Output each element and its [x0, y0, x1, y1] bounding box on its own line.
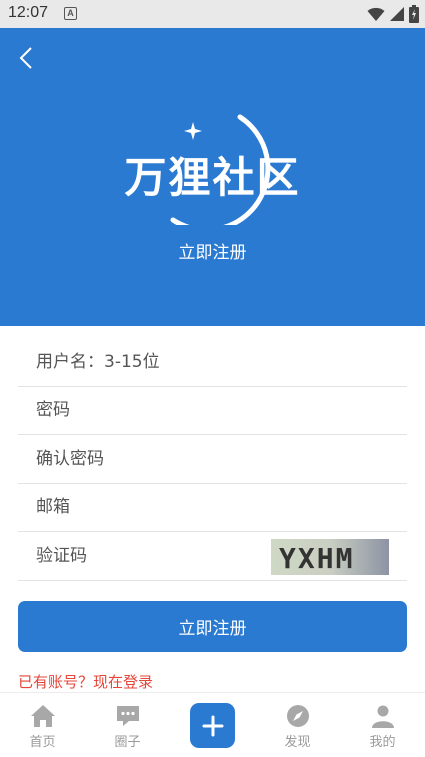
back-button[interactable]: [14, 44, 38, 72]
user-icon: [371, 705, 394, 728]
password-input[interactable]: [36, 400, 266, 421]
tab-label: 首页: [29, 735, 56, 750]
wifi-icon: [367, 7, 385, 21]
notification-icon: A: [64, 7, 77, 20]
tab-circle[interactable]: 圈子: [85, 693, 170, 757]
battery-icon: [409, 5, 419, 23]
page-title: 立即注册: [178, 243, 247, 263]
username-row: [18, 338, 407, 387]
confirm-password-input[interactable]: [36, 448, 266, 469]
register-button[interactable]: 立即注册: [18, 601, 407, 652]
tab-discover[interactable]: 发现: [255, 693, 340, 757]
username-input[interactable]: [36, 351, 266, 372]
home-icon: [30, 705, 55, 727]
tab-label: 圈子: [114, 735, 141, 750]
captcha-image[interactable]: YXHM: [271, 539, 389, 575]
tab-home[interactable]: 首页: [0, 693, 85, 757]
register-form: YXHM: [18, 338, 407, 581]
status-icons: [367, 5, 419, 23]
chevron-left-icon: [19, 47, 32, 69]
captcha-input[interactable]: [36, 545, 266, 566]
captcha-text: YXHM: [279, 542, 354, 575]
login-link[interactable]: 已有账号？现在登录: [18, 671, 153, 692]
signal-icon: [390, 7, 404, 21]
logo-text: 万狸社区: [124, 153, 301, 202]
chat-icon: [116, 706, 139, 726]
tab-mine[interactable]: 我的: [340, 693, 425, 757]
bottom-tabbar: 首页 圈子 发现 我的: [0, 692, 425, 757]
password-row: [18, 387, 407, 435]
email-input[interactable]: [36, 497, 266, 518]
tab-label: 发现: [284, 735, 311, 750]
compass-icon: [286, 705, 309, 727]
email-row: [18, 484, 407, 532]
logo: 万狸社区: [105, 110, 320, 225]
confirm-password-row: [18, 435, 407, 484]
captcha-row: YXHM: [18, 532, 407, 581]
header-banner: 万狸社区 立即注册: [0, 28, 425, 326]
tab-label: 我的: [369, 735, 396, 750]
status-bar: 12:07 A: [0, 0, 425, 28]
status-time: 12:07: [8, 4, 49, 21]
post-button[interactable]: [190, 703, 235, 748]
plus-icon: [202, 715, 223, 736]
